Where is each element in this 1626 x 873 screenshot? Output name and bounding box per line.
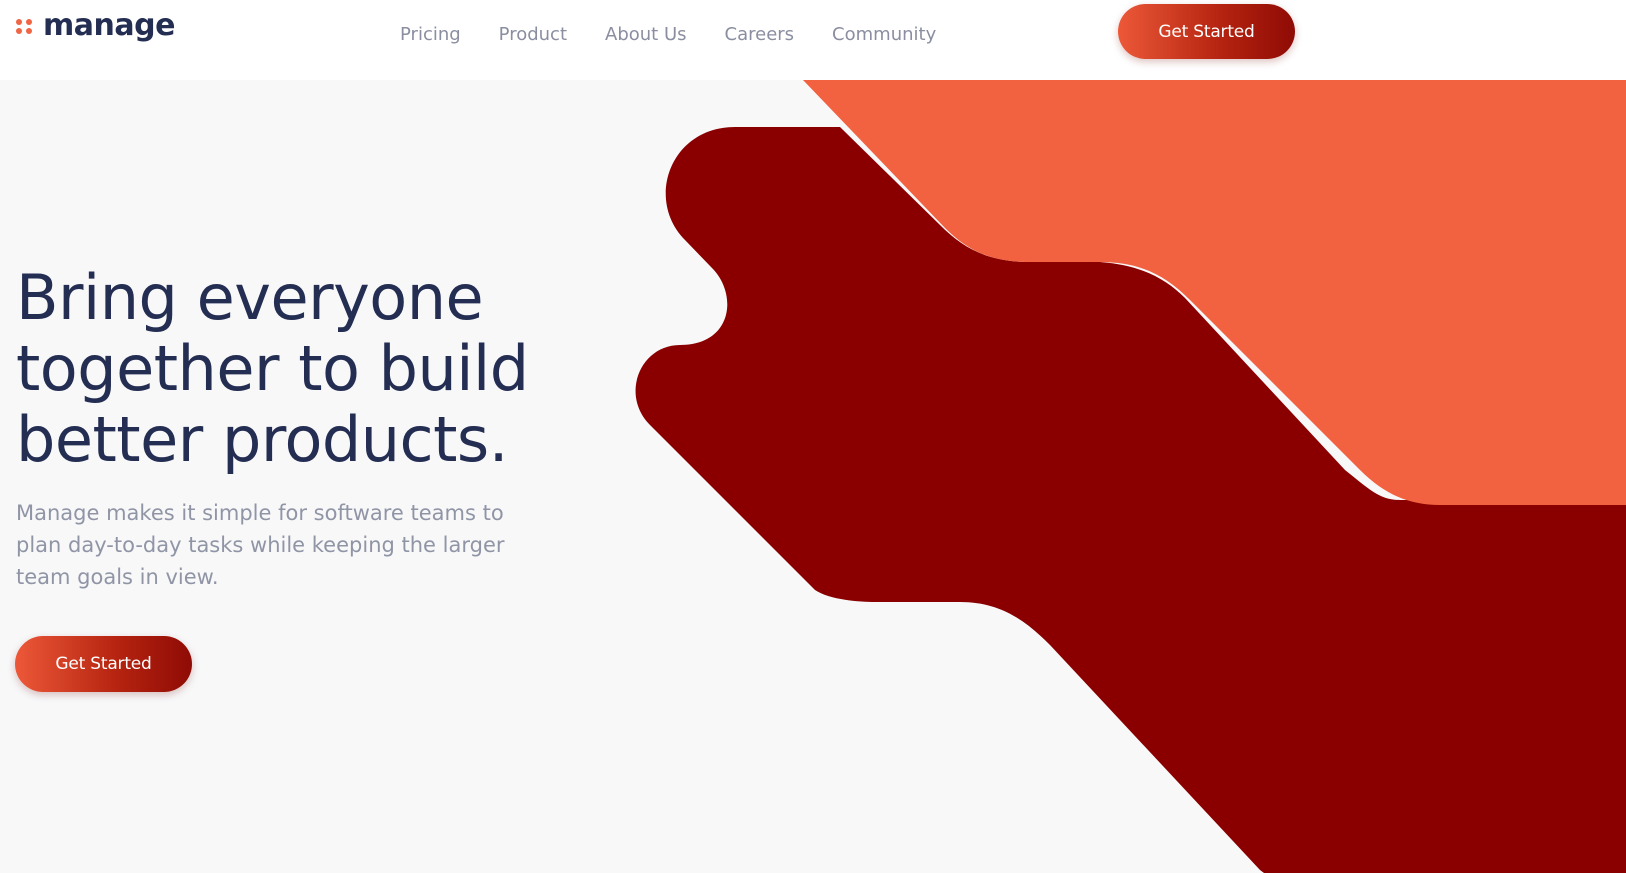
hero-subtitle: Manage makes it simple for software team…	[16, 501, 505, 589]
nav-link-product[interactable]: Product	[499, 22, 567, 48]
logo[interactable]: manage	[14, 6, 175, 46]
logo-text: manage	[43, 8, 175, 43]
header-get-started-button[interactable]: Get Started	[1118, 4, 1295, 59]
nav-link-careers[interactable]: Careers	[725, 22, 795, 48]
main-nav: Pricing Product About Us Careers Communi…	[400, 22, 974, 48]
hero-section: Bring everyone together to build better …	[16, 262, 576, 593]
hero-title-line-3: better products.	[16, 403, 508, 476]
hero-title: Bring everyone together to build better …	[16, 262, 576, 475]
hero-title-line-1: Bring everyone	[16, 261, 484, 334]
nav-link-pricing[interactable]: Pricing	[400, 22, 461, 48]
hero-get-started-button[interactable]: Get Started	[15, 636, 192, 692]
nav-link-about-us[interactable]: About Us	[605, 22, 687, 48]
top-navigation-bar: manage Pricing Product About Us Careers …	[0, 0, 1626, 80]
logo-dots-icon	[14, 16, 36, 36]
hero-title-line-2: together to build	[16, 332, 529, 405]
nav-link-community[interactable]: Community	[832, 22, 936, 48]
